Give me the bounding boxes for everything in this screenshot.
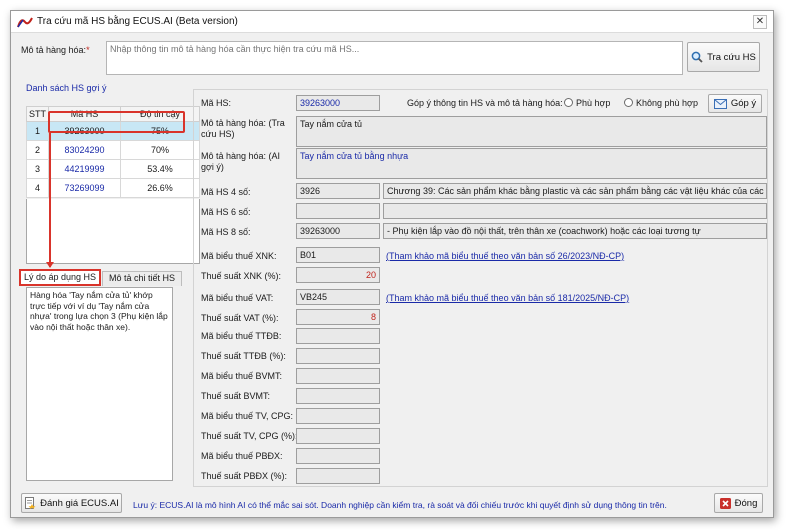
window-title: Tra cứu mã HS bằng ECUS.AI (Beta version… xyxy=(37,16,238,27)
ttdb-rate-label: Thuế suất TTĐB (%): xyxy=(201,351,286,361)
xnk-rate-label: Thuế suất XNK (%): xyxy=(201,271,282,281)
hs8-label: Mã HS 8 số: xyxy=(201,227,251,237)
vat-rate-label: Thuế suất VAT (%): xyxy=(201,313,279,323)
close-button[interactable]: Đóng xyxy=(714,493,763,513)
pbdx-rate-label: Thuế suất PBĐX (%): xyxy=(201,471,288,481)
search-label: Mô tả hàng hóa:* xyxy=(21,45,90,55)
tvcpg-rate-field xyxy=(296,428,380,444)
feedback-label: Góp ý thông tin HS và mô tả hàng hóa: xyxy=(407,98,563,108)
search-input[interactable] xyxy=(106,41,683,75)
highlight-box xyxy=(48,111,185,133)
ttdb-code-field xyxy=(296,328,380,344)
bvmt-code-label: Mã biểu thuế BVMT: xyxy=(201,371,283,381)
highlight-arrow-icon xyxy=(46,262,54,268)
ecus-logo-icon xyxy=(17,17,33,28)
xnk-rate-field: 20 xyxy=(296,267,380,283)
mota-ai-field: Tay nắm cửa tủ bằng nhựa xyxy=(296,148,767,179)
bvmt-rate-field xyxy=(296,388,380,404)
xnk-code-label: Mã biểu thuế XNK: xyxy=(201,251,277,261)
reason-content: Hàng hóa 'Tay nắm cửa tủ' khớp trực tiếp… xyxy=(26,287,173,481)
column-header-stt: STT xyxy=(26,106,49,122)
row-stt: 3 xyxy=(26,159,49,179)
row-confidence: 53.4% xyxy=(120,159,200,179)
disclaimer-note: Lưu ý: ECUS.AI là mô hình AI có thể mắc … xyxy=(133,500,667,510)
row-stt: 1 xyxy=(26,121,49,141)
tvcpg-rate-label: Thuế suất TV, CPG (%): xyxy=(201,431,298,441)
mota-tracuu-field: Tay nắm cửa tủ xyxy=(296,116,767,147)
radio-icon xyxy=(624,98,633,107)
bvmt-rate-label: Thuế suất BVMT: xyxy=(201,391,271,401)
hs6-label: Mã HS 6 số: xyxy=(201,207,251,217)
hs4-label: Mã HS 4 số: xyxy=(201,187,251,197)
pbdx-code-label: Mã biểu thuế PBĐX: xyxy=(201,451,283,461)
tvcpg-code-field xyxy=(296,408,380,424)
mota-ai-label: Mô tả hàng hóa: (AI gợi ý) xyxy=(201,151,281,172)
vat-code-label: Mã biểu thuế VAT: xyxy=(201,293,274,303)
row-code: 83024290 xyxy=(48,140,121,160)
title-bar: Tra cứu mã HS bằng ECUS.AI (Beta version… xyxy=(11,11,773,33)
ma-hs-label: Mã HS: xyxy=(201,98,232,108)
rate-ecus-ai-button[interactable]: Đánh giá ECUS.AI xyxy=(21,493,122,513)
vat-reference-link[interactable]: (Tham khảo mã biểu thuế theo văn bản số … xyxy=(386,293,629,303)
table-row[interactable]: 4 73269099 26.6% xyxy=(26,178,200,198)
hs6-description xyxy=(383,203,767,219)
row-confidence: 26.6% xyxy=(120,178,200,198)
window-close-button[interactable]: ✕ xyxy=(753,15,767,29)
close-icon xyxy=(719,497,731,509)
row-stt: 2 xyxy=(26,140,49,160)
hs8-field: 39263000 xyxy=(296,223,380,239)
tra-cuu-hs-window: Tra cứu mã HS bằng ECUS.AI (Beta version… xyxy=(10,10,774,518)
bvmt-code-field xyxy=(296,368,380,384)
highlight-arrow-line xyxy=(49,133,51,267)
rating-document-icon xyxy=(25,497,36,509)
ttdb-code-label: Mã biểu thuế TTĐB: xyxy=(201,331,282,341)
tvcpg-code-label: Mã biểu thuế TV, CPG: xyxy=(201,411,294,421)
table-empty-area xyxy=(26,199,200,264)
ma-hs-field: 39263000 xyxy=(296,95,380,111)
pbdx-rate-field xyxy=(296,468,380,484)
vat-rate-field: 8 xyxy=(296,309,380,325)
hs4-description: Chương 39: Các sản phẩm khác bằng plasti… xyxy=(383,183,767,199)
radio-khong-phu-hop[interactable]: Không phù hợp xyxy=(624,98,698,108)
radio-icon xyxy=(564,98,573,107)
xnk-reference-link[interactable]: (Tham khảo mã biểu thuế theo văn bản số … xyxy=(386,251,624,261)
search-icon xyxy=(691,51,703,63)
search-hs-button[interactable]: Tra cứu HS xyxy=(687,42,760,72)
hs8-description: - Phụ kiện lắp vào đồ nội thất, trên thâ… xyxy=(383,223,767,239)
row-confidence: 70% xyxy=(120,140,200,160)
pbdx-code-field xyxy=(296,448,380,464)
row-code: 73269099 xyxy=(48,178,121,198)
row-stt: 4 xyxy=(26,178,49,198)
hs4-field: 3926 xyxy=(296,183,380,199)
hs6-field xyxy=(296,203,380,219)
ttdb-rate-field xyxy=(296,348,380,364)
envelope-icon xyxy=(713,98,727,109)
row-code: 44219999 xyxy=(48,159,121,179)
radio-phu-hop[interactable]: Phù hợp xyxy=(564,98,610,108)
vat-code-field: VB245 xyxy=(296,289,380,305)
xnk-code-field: B01 xyxy=(296,247,380,263)
suggestions-title: Danh sách HS gợi ý xyxy=(26,83,107,93)
tab-ly-do-ap-dung-hs[interactable]: Lý do áp dụng HS xyxy=(19,269,101,286)
mota-tracuu-label: Mô tả hàng hóa: (Tra cứu HS) xyxy=(201,118,285,139)
table-row[interactable]: 2 83024290 70% xyxy=(26,140,200,160)
feedback-button[interactable]: Góp ý xyxy=(708,94,762,113)
table-row[interactable]: 3 44219999 53.4% xyxy=(26,159,200,179)
tab-mo-ta-chi-tiet-hs[interactable]: Mô tả chi tiết HS xyxy=(102,271,182,286)
